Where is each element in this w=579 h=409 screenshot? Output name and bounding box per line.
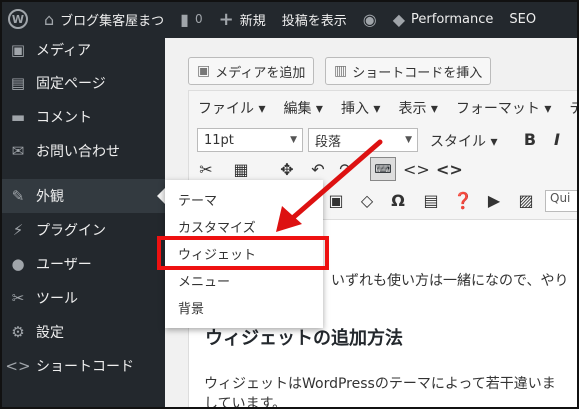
menu-format[interactable]: フォーマット ▾ bbox=[447, 98, 560, 118]
page-icon: ▤ bbox=[10, 74, 26, 92]
fullscreen-icon[interactable]: ✥ bbox=[276, 160, 298, 179]
help-icon[interactable]: ❓ bbox=[452, 191, 474, 210]
comments-count: 0 bbox=[194, 12, 203, 26]
plugin-icon: ⚡ bbox=[12, 221, 24, 239]
add-media-button[interactable]: ▣ メディアを追加 bbox=[188, 57, 315, 85]
sidebar-item-label: 設定 bbox=[36, 325, 64, 341]
paragraph-select[interactable]: 段落 ▼ bbox=[308, 128, 418, 152]
plus-icon: + bbox=[218, 8, 234, 30]
admin-sidebar: ▣ メディア ▤ 固定ページ ▬ コメント ✉ お問い合わせ ✎ 外観 ⚡ プラグイン ● ユ… bbox=[0, 38, 165, 409]
keyboard-icon[interactable]: ⌨ bbox=[370, 157, 396, 181]
sidebar-item-label: コメント bbox=[36, 110, 92, 126]
wordpress-icon: W bbox=[8, 9, 28, 29]
code-icon: <> bbox=[5, 357, 31, 375]
media-icon: ▣ bbox=[10, 41, 26, 59]
sidebar-item-label: ショートコード bbox=[36, 359, 134, 375]
menu-edit[interactable]: 編集 ▾ bbox=[274, 98, 331, 118]
menu-file[interactable]: ファイル ▾ bbox=[189, 98, 274, 118]
new-content-link[interactable]: + 新規 bbox=[211, 0, 274, 38]
image-icon[interactable]: ▨ bbox=[515, 191, 537, 210]
performance-icon: ◆ bbox=[392, 9, 406, 29]
code-icon[interactable]: <> bbox=[403, 160, 430, 179]
performance-label: Performance bbox=[411, 11, 494, 27]
eraser-icon[interactable]: ◇ bbox=[356, 191, 378, 210]
performance-link[interactable]: ◆ Performance bbox=[385, 0, 502, 38]
sidebar-item-label: ユーザー bbox=[36, 257, 92, 273]
widgets-highlight-box bbox=[157, 236, 329, 270]
sidebar-item-label: 外観 bbox=[36, 189, 64, 205]
sidebar-item-plugins[interactable]: ⚡ プラグイン bbox=[0, 213, 165, 247]
sidebar-item-label: メディア bbox=[36, 43, 92, 59]
undo-icon[interactable]: ↶ bbox=[307, 160, 329, 179]
sidebar-item-label: ツール bbox=[36, 291, 78, 307]
sidebar-item-users[interactable]: ● ユーザー bbox=[0, 247, 165, 281]
user-icon: ● bbox=[11, 255, 25, 273]
insert-shortcode-label: ショートコードを挿入 bbox=[352, 65, 483, 81]
menu-view[interactable]: 表示 ▾ bbox=[389, 98, 446, 118]
site-name: ブログ集客屋まつ bbox=[60, 13, 165, 29]
insert-shortcode-button[interactable]: ▥ ショートコードを挿入 bbox=[325, 57, 492, 85]
disc-icon: ◉ bbox=[362, 9, 377, 29]
seo-label: SEO bbox=[509, 11, 537, 27]
sidebar-item-media[interactable]: ▣ メディア bbox=[0, 33, 165, 67]
tool-icon: ✂ bbox=[11, 289, 25, 307]
content-paragraph-1: いずれも使い方は一緒になので、やり bbox=[331, 273, 569, 289]
sidebar-item-tools[interactable]: ✂ ツール bbox=[0, 281, 165, 315]
settings-icon: ⚙ bbox=[11, 323, 25, 341]
bold-icon[interactable]: B bbox=[519, 130, 541, 149]
submenu-item-menus[interactable]: メニュー bbox=[165, 267, 323, 294]
sidebar-item-shortcode[interactable]: <> ショートコード bbox=[0, 349, 165, 383]
sidebar-item-appearance[interactable]: ✎ 外観 bbox=[0, 179, 165, 213]
style-dropdown[interactable]: スタイル ▾ bbox=[430, 131, 497, 151]
video-icon[interactable]: ▶ bbox=[483, 191, 505, 210]
mail-icon: ✉ bbox=[11, 142, 25, 160]
sidebar-item-label: 固定ページ bbox=[36, 76, 106, 92]
home-icon: ⌂ bbox=[44, 9, 55, 29]
new-label: 新規 bbox=[239, 13, 266, 29]
unlink-icon[interactable]: ✂ bbox=[195, 160, 217, 179]
sidebar-item-label: お問い合わせ bbox=[36, 144, 120, 160]
chevron-down-icon: ▼ bbox=[290, 135, 297, 145]
shortcode-icon: ▥ bbox=[334, 63, 348, 79]
sidebar-item-settings[interactable]: ⚙ 設定 bbox=[0, 315, 165, 349]
sidebar-item-contact[interactable]: ✉ お問い合わせ bbox=[0, 134, 165, 168]
view-post-link[interactable]: 投稿を表示 bbox=[274, 0, 355, 38]
html-tag-icon[interactable]: <> bbox=[436, 160, 463, 179]
font-size-select[interactable]: 11pt ▼ bbox=[197, 128, 303, 152]
chevron-down-icon: ▼ bbox=[405, 135, 412, 145]
sidebar-item-label: プラグイン bbox=[36, 223, 106, 239]
media-icon: ▣ bbox=[197, 63, 211, 79]
content-paragraph-3: しています。 bbox=[204, 396, 287, 409]
comments-link[interactable]: ▮ 0 bbox=[172, 0, 210, 38]
appearance-icon: ✎ bbox=[11, 187, 25, 205]
paste-icon[interactable]: ▣ bbox=[325, 191, 347, 210]
sidebar-item-comments[interactable]: ▬ コメント bbox=[0, 100, 165, 134]
quick-search-input[interactable]: Qui bbox=[545, 190, 579, 212]
redo-icon[interactable]: ↷ bbox=[335, 160, 357, 179]
sidebar-item-pages[interactable]: ▤ 固定ページ bbox=[0, 66, 165, 100]
updraft-link[interactable]: ◉ bbox=[355, 0, 385, 38]
outdent-icon[interactable]: ▤ bbox=[420, 191, 442, 210]
content-paragraph-2: ウィジェットはWordPressのテーマによって若干違いま bbox=[204, 376, 556, 392]
view-post-label: 投稿を表示 bbox=[281, 13, 347, 29]
comment-bubble-icon: ▮ bbox=[180, 9, 189, 29]
italic-icon[interactable]: I bbox=[546, 130, 568, 149]
paragraph-value: 段落 bbox=[315, 134, 342, 150]
editor-menubar: ファイル ▾ 編集 ▾ 挿入 ▾ 表示 ▾ フォーマット ▾ テ bbox=[189, 91, 579, 124]
comment-icon: ▬ bbox=[10, 108, 26, 126]
font-size-value: 11pt bbox=[204, 132, 234, 148]
add-media-label: メディアを追加 bbox=[215, 65, 306, 81]
submenu-item-background[interactable]: 背景 bbox=[165, 294, 323, 321]
menu-insert[interactable]: 挿入 ▾ bbox=[332, 98, 389, 118]
seo-link[interactable]: SEO bbox=[501, 0, 544, 38]
table-icon[interactable]: ▦ bbox=[230, 160, 252, 179]
submenu-item-themes[interactable]: テーマ bbox=[165, 186, 323, 213]
omega-icon[interactable]: Ω bbox=[387, 191, 409, 210]
menu-table[interactable]: テ bbox=[560, 98, 579, 118]
